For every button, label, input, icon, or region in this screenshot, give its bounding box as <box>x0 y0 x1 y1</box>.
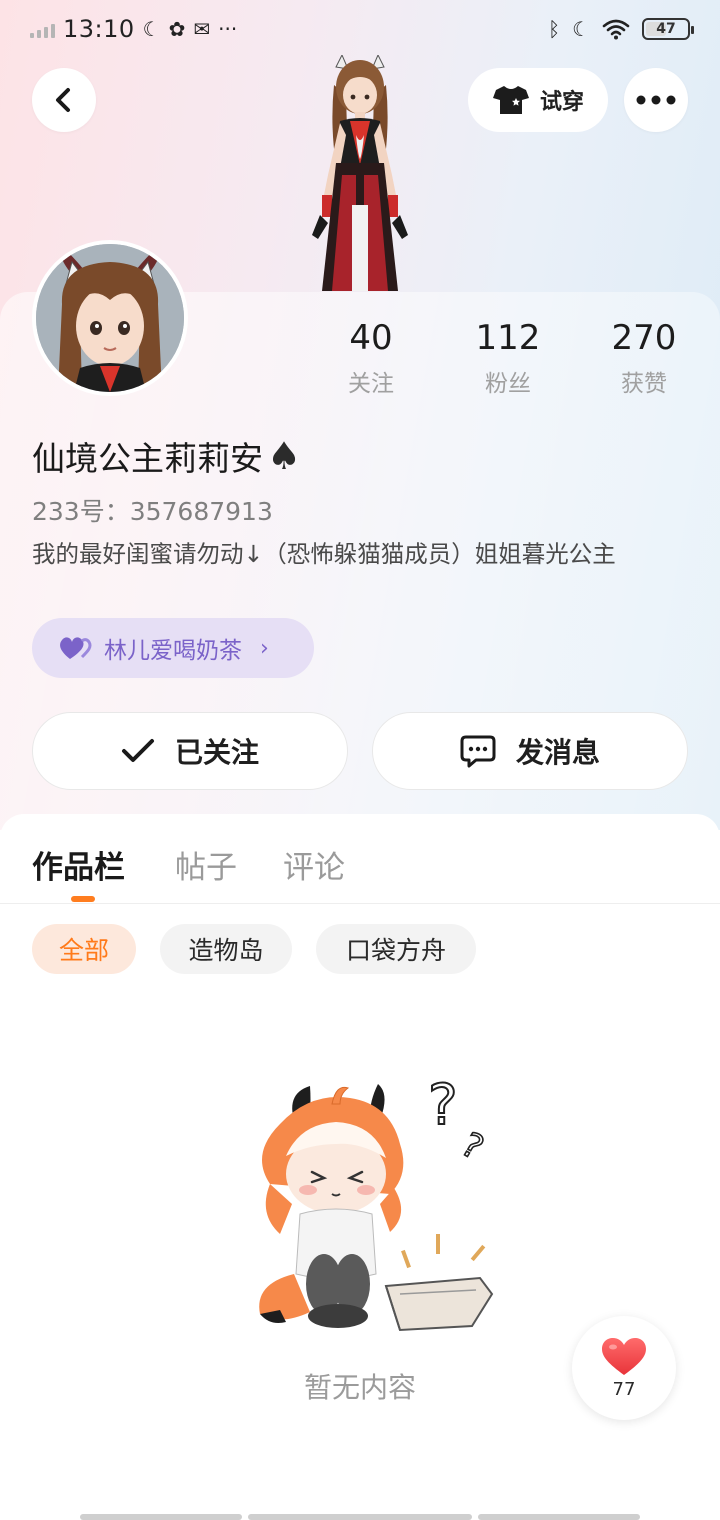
group-chip-label: 林儿爱喝奶茶 <box>104 638 242 664</box>
stat-following-label: 关注 <box>348 371 394 397</box>
stat-followers[interactable]: 112 粉丝 <box>448 318 568 398</box>
active-tab-indicator <box>71 896 95 902</box>
more-options-button[interactable] <box>624 68 688 132</box>
fan-icon: ✿ <box>168 17 186 41</box>
heart-pair-icon <box>60 637 92 659</box>
character-3d-figure[interactable] <box>290 55 430 295</box>
bottom-indicator-center <box>248 1514 472 1520</box>
try-on-button[interactable]: 试穿 <box>468 68 608 132</box>
message-button-label: 发消息 <box>515 736 600 769</box>
filter-pocket-ark[interactable]: 口袋方舟 <box>316 924 476 974</box>
status-time: 13:10 <box>63 15 135 43</box>
chevron-right-icon: › <box>260 635 269 661</box>
do-not-disturb-icon: ☾ <box>572 17 590 41</box>
battery-level: 47 <box>656 21 676 37</box>
tab-works[interactable]: 作品栏 <box>32 842 125 887</box>
stat-followers-label: 粉丝 <box>485 371 531 397</box>
status-bar: 13:10 ☾ ✿ ✉ ··· ᛒ ☾ 47 <box>0 0 720 60</box>
moon-icon: ☾ <box>142 17 161 41</box>
follow-button-label: 已关注 <box>174 736 259 769</box>
follow-button[interactable]: 已关注 <box>32 712 348 790</box>
like-count: 77 <box>612 1378 636 1400</box>
tab-bar: 作品栏 帖子 评论 <box>0 814 720 904</box>
username-text: 仙境公主莉莉安 <box>32 439 263 478</box>
back-button[interactable] <box>32 68 96 132</box>
stat-likes[interactable]: 270 获赞 <box>584 318 704 398</box>
bluetooth-icon: ᛒ <box>548 17 561 41</box>
bottom-indicator-left <box>80 1514 242 1520</box>
stat-following[interactable]: 40 关注 <box>311 318 431 398</box>
avatar-image <box>36 244 184 392</box>
stat-likes-value: 270 <box>611 318 677 358</box>
stat-following-value: 40 <box>349 318 393 358</box>
user-id: 233号：357687913 <box>32 497 273 526</box>
spade-badge-icon: ♠ <box>267 434 302 478</box>
stat-followers-value: 112 <box>475 318 541 358</box>
check-icon <box>121 739 154 762</box>
tab-posts[interactable]: 帖子 <box>175 842 237 887</box>
more-notifications-icon: ··· <box>218 17 238 41</box>
back-arrow-icon <box>56 88 70 112</box>
tab-comments[interactable]: 评论 <box>283 842 345 887</box>
filter-creation-island[interactable]: 造物岛 <box>160 924 292 974</box>
more-dots-icon <box>636 95 676 105</box>
wifi-icon <box>602 19 630 40</box>
like-button[interactable]: 77 <box>572 1316 676 1420</box>
try-on-label: 试穿 <box>539 90 584 115</box>
signal-icon <box>30 20 55 38</box>
username: 仙境公主莉莉安 ♠ <box>32 432 301 480</box>
chat-bubble-icon <box>460 735 496 768</box>
mail-icon: ✉ <box>193 17 211 41</box>
user-bio: 我的最好闺蜜请勿动↓（恐怖躲猫猫成员）姐姐暮光公主 <box>32 540 616 568</box>
tshirt-icon <box>492 86 529 114</box>
avatar[interactable] <box>32 240 188 396</box>
content-area: 作品栏 帖子 评论 全部 造物岛 口袋方舟 ? ? 暂无内容 77 <box>0 814 720 1520</box>
message-button[interactable]: 发消息 <box>372 712 688 790</box>
filter-all[interactable]: 全部 <box>32 924 136 974</box>
group-chip[interactable]: 林儿爱喝奶茶 › <box>32 618 314 678</box>
empty-state-illustration: ? ? <box>259 1072 494 1332</box>
svg-text:?: ? <box>454 1125 490 1169</box>
battery-icon: 47 <box>642 18 694 40</box>
svg-text:?: ? <box>428 1073 458 1138</box>
bottom-indicator-right <box>478 1514 640 1520</box>
stat-likes-label: 获赞 <box>621 371 667 397</box>
heart-icon <box>602 1337 646 1375</box>
